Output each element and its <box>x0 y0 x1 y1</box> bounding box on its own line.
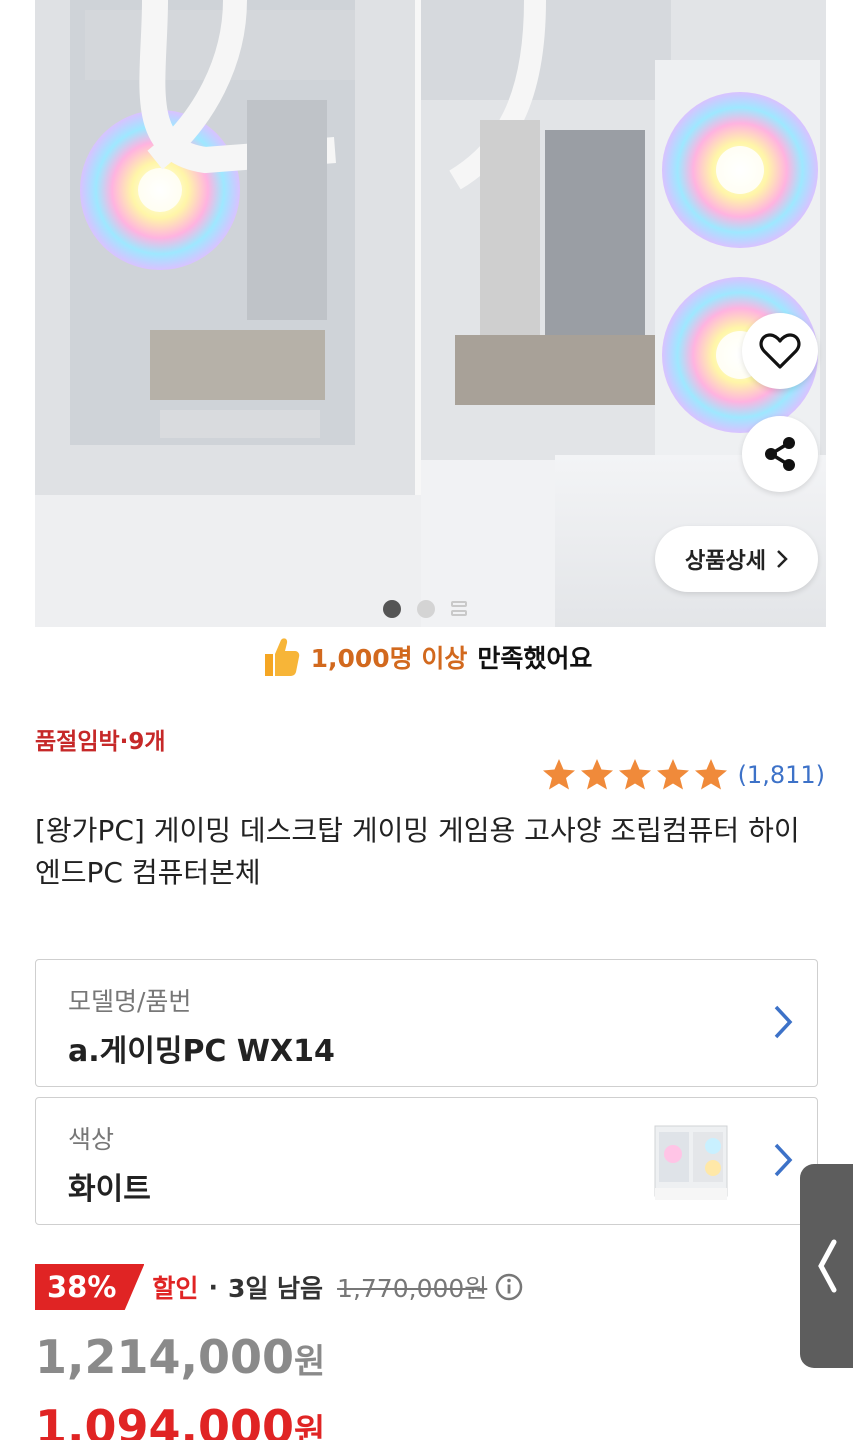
like-button[interactable] <box>742 313 818 389</box>
carousel-indicator <box>383 600 467 618</box>
color-option-label: 색상 <box>68 1125 115 1154</box>
chevron-right-icon <box>774 1143 793 1177</box>
color-option-value: 화이트 <box>68 1172 151 1207</box>
sale-price: 1,214,000원 <box>35 1330 325 1384</box>
color-option-selector[interactable]: 색상 화이트 <box>35 1097 818 1225</box>
carousel-dot-active[interactable] <box>383 600 401 618</box>
star-rating-icon <box>542 759 727 790</box>
rating-summary[interactable]: (1,811) <box>542 758 825 792</box>
product-detail-button[interactable]: 상품상세 <box>655 526 818 592</box>
stock-status: 품절임박·9개 <box>35 729 166 755</box>
info-icon[interactable] <box>495 1273 523 1301</box>
carousel-video-icon[interactable] <box>451 600 467 618</box>
share-button[interactable] <box>742 416 818 492</box>
time-remaining: 3일 남음 <box>227 1274 324 1303</box>
satisfaction-banner: 1,000명 이상 만족했어요 <box>0 636 853 678</box>
discount-label: 할인 <box>152 1274 199 1303</box>
satisfaction-count: 1,000명 이상 <box>310 644 468 673</box>
product-title: [왕가PC] 게이밍 데스크탑 게이밍 게임용 고사양 조립컴퓨터 하이엔드PC… <box>35 814 800 889</box>
original-price: 1,770,000원 <box>337 1274 488 1303</box>
model-option-label: 모델명/품번 <box>68 987 192 1016</box>
satisfaction-text: 만족했어요 <box>477 644 593 673</box>
chevron-left-icon <box>817 1239 836 1293</box>
model-option-value: a.게이밍PC WX14 <box>68 1034 335 1069</box>
product-detail-label: 상품상세 <box>685 549 766 574</box>
separator-dot: · <box>208 1272 218 1302</box>
heart-outline-icon <box>759 333 801 369</box>
model-option-selector[interactable]: 모델명/품번 a.게이밍PC WX14 <box>35 959 818 1087</box>
review-count[interactable]: (1,811) <box>738 761 825 789</box>
final-price-currency: 원 <box>294 1412 326 1440</box>
side-panel-handle[interactable] <box>800 1164 853 1368</box>
sale-price-amount: 1,214,000 <box>35 1330 294 1384</box>
product-image[interactable]: 상품상세 <box>35 0 826 627</box>
discount-info: 38% 할인 · 3일 남음 1,770,000원 <box>35 1264 523 1310</box>
share-icon <box>765 437 795 471</box>
sale-price-currency: 원 <box>294 1342 326 1382</box>
chevron-right-icon <box>777 550 788 568</box>
final-price-amount: 1,094,000 <box>35 1400 294 1440</box>
carousel-dot[interactable] <box>417 600 435 618</box>
discount-rate-badge: 38% <box>35 1264 145 1310</box>
color-thumbnail <box>651 1118 731 1206</box>
chevron-right-icon <box>774 1005 793 1039</box>
final-price: 1,094,000원 <box>35 1400 325 1440</box>
thumbs-up-icon <box>264 638 299 676</box>
